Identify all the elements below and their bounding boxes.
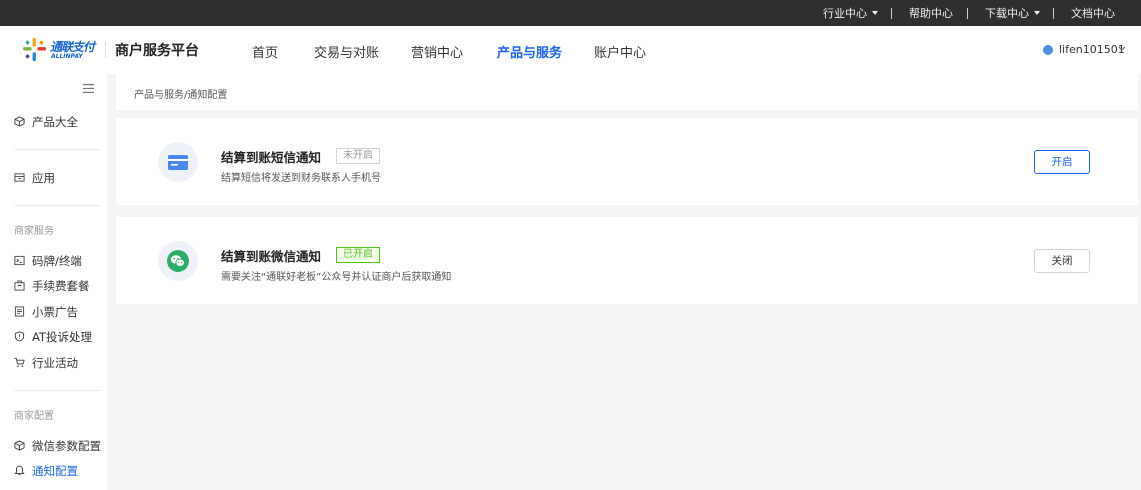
top-utility-bar: 行业中心 帮助中心 下载中心 文档中心 bbox=[0, 0, 1141, 26]
sidebar-divider bbox=[14, 205, 100, 206]
caret-down-icon bbox=[872, 11, 878, 15]
topbar-link-download-center[interactable]: 下载中心 bbox=[985, 0, 1040, 26]
sms-icon-circle bbox=[158, 142, 198, 182]
logo-divider bbox=[105, 42, 106, 58]
notification-card-sms: 结算到账短信通知 未开启 结算短信将发送到财务联系人手机号 开启 bbox=[116, 118, 1138, 205]
receipt-icon bbox=[14, 306, 25, 317]
menu-collapse-icon[interactable] bbox=[83, 84, 94, 93]
breadcrumb: 产品与服务/通知配置 bbox=[134, 90, 228, 101]
cube-icon bbox=[14, 116, 25, 127]
main-header: 通联支付 ALLINPAY 商户服务平台 首页 交易与对账 营销中心 产品与服务… bbox=[0, 26, 1141, 74]
topbar-link-industry-center[interactable]: 行业中心 bbox=[823, 0, 878, 26]
status-badge: 已开启 bbox=[336, 247, 380, 263]
sidebar-group-merchant-services: 商家服务 bbox=[14, 226, 54, 237]
sidebar-divider bbox=[14, 149, 100, 150]
terminal-icon bbox=[14, 255, 25, 266]
status-badge: 未开启 bbox=[336, 148, 380, 164]
card-title: 结算到账短信通知 bbox=[221, 150, 322, 165]
nav-marketing[interactable]: 营销中心 bbox=[411, 42, 463, 61]
nav-account[interactable]: 账户中心 bbox=[594, 42, 646, 61]
nav-products-services[interactable]: 产品与服务 bbox=[497, 42, 562, 61]
disable-button[interactable]: 关闭 bbox=[1034, 249, 1090, 273]
wechat-icon bbox=[167, 250, 189, 272]
notification-card-wechat: 结算到账微信通知 已开启 需要关注“通联好老板”公众号并认证商户后获取通知 关闭 bbox=[116, 217, 1138, 304]
topbar-divider bbox=[1053, 8, 1054, 19]
logo-text-en: ALLINPAY bbox=[51, 53, 83, 60]
chevron-down-icon bbox=[1118, 46, 1126, 51]
card-title: 结算到账微信通知 bbox=[221, 249, 322, 264]
card-description: 需要关注“通联好老板”公众号并认证商户后获取通知 bbox=[221, 272, 452, 283]
cube-icon bbox=[14, 440, 25, 451]
topbar-link-help-center[interactable]: 帮助中心 bbox=[909, 0, 953, 26]
nav-home[interactable]: 首页 bbox=[252, 42, 278, 61]
enable-button[interactable]: 开启 bbox=[1034, 150, 1090, 174]
sms-card-icon bbox=[168, 155, 188, 170]
topbar-divider bbox=[891, 8, 892, 19]
shield-icon bbox=[14, 331, 25, 342]
caret-down-icon bbox=[1034, 11, 1040, 15]
nav-transactions[interactable]: 交易与对账 bbox=[314, 42, 379, 61]
wechat-icon-circle bbox=[158, 241, 198, 281]
sidebar-group-merchant-config: 商家配置 bbox=[14, 411, 54, 422]
bell-icon bbox=[14, 465, 25, 475]
app-box-icon bbox=[14, 173, 25, 182]
sidebar-divider bbox=[14, 390, 100, 391]
sidebar: 产品大全 应用 商家服务 码牌/终端 手续费套餐 小票广告 AT投诉处理 行业活… bbox=[0, 74, 107, 490]
topbar-divider bbox=[967, 8, 968, 19]
package-icon bbox=[14, 280, 25, 291]
breadcrumb-bar: 产品与服务/通知配置 bbox=[116, 74, 1138, 110]
cart-icon bbox=[14, 357, 25, 367]
card-description: 结算短信将发送到财务联系人手机号 bbox=[221, 173, 381, 184]
platform-title: 商户服务平台 bbox=[115, 43, 199, 59]
username: lifen101501 bbox=[1059, 43, 1125, 56]
topbar-link-docs-center[interactable]: 文档中心 bbox=[1071, 0, 1115, 26]
allinpay-logo-icon bbox=[23, 38, 46, 61]
user-avatar-icon bbox=[1043, 45, 1053, 55]
